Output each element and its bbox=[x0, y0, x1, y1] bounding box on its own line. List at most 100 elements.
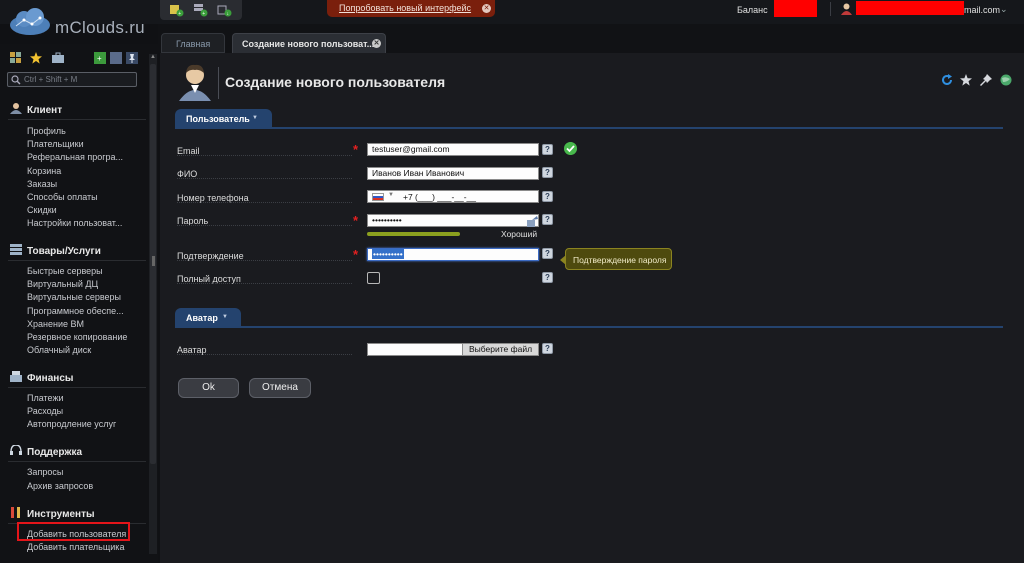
sidebar-item-vm-storage[interactable]: Хранение ВМ bbox=[27, 319, 84, 329]
sidebar-item-cart[interactable]: Корзина bbox=[27, 166, 61, 176]
top-bar: + + ↓ Попробовать новый интерфейс ✕ Бала… bbox=[0, 0, 1024, 24]
help-icon[interactable]: ? bbox=[542, 272, 553, 283]
sidebar-section-support[interactable]: Поддержка bbox=[27, 447, 82, 458]
sidebar-item-requests-archive[interactable]: Архив запросов bbox=[27, 481, 93, 491]
user-email-suffix[interactable]: mail.com bbox=[964, 5, 1000, 15]
brand-logo[interactable]: mClouds.ru bbox=[8, 8, 148, 42]
sidebar-item-referral[interactable]: Реферальная програ... bbox=[27, 152, 123, 162]
close-icon[interactable]: ✕ bbox=[372, 39, 381, 48]
sidebar-item-payers[interactable]: Плательщики bbox=[27, 139, 84, 149]
servers-icon bbox=[10, 244, 22, 255]
balance-label: Баланс bbox=[737, 5, 768, 15]
sidebar-item-requests[interactable]: Запросы bbox=[27, 467, 63, 477]
required-marker: * bbox=[353, 213, 359, 228]
sidebar-item-payments[interactable]: Платежи bbox=[27, 393, 64, 403]
refresh-icon[interactable] bbox=[941, 74, 953, 86]
sidebar-section-products[interactable]: Товары/Услуги bbox=[27, 246, 101, 257]
sidebar-item-virtual-servers[interactable]: Виртуальные серверы bbox=[27, 292, 121, 302]
sidebar-scrollbar[interactable]: ▲ bbox=[149, 54, 157, 554]
divider bbox=[8, 387, 146, 388]
label-leader bbox=[177, 283, 352, 284]
globe-icon[interactable] bbox=[1000, 74, 1012, 86]
sidebar-section-tools[interactable]: Инструменты bbox=[27, 509, 95, 520]
tooltip-text: Подтверждение пароля bbox=[573, 255, 667, 265]
sidebar-section-client[interactable]: Клиент bbox=[27, 105, 62, 116]
sidebar-item-auto-renewal[interactable]: Автопродление услуг bbox=[27, 419, 116, 429]
sidebar-item-user-settings[interactable]: Настройки пользоват... bbox=[27, 218, 122, 228]
chevron-down-icon: ▼ bbox=[252, 115, 258, 121]
choose-file-button[interactable]: Выберите файл bbox=[462, 343, 539, 356]
help-icon[interactable]: ? bbox=[542, 248, 553, 259]
user-avatar-icon[interactable] bbox=[841, 3, 852, 15]
grid-icon[interactable] bbox=[10, 52, 22, 64]
add-server-icon[interactable]: + bbox=[169, 3, 184, 17]
section-tab-user[interactable]: Пользователь ▼ bbox=[175, 109, 272, 128]
close-icon[interactable]: ✕ bbox=[482, 4, 491, 13]
divider bbox=[8, 461, 146, 462]
tab-bar: Главная Создание нового пользоват... ✕ bbox=[158, 24, 1024, 53]
generate-password-icon[interactable] bbox=[526, 216, 539, 228]
confirm-password-field[interactable]: •••••••••• bbox=[367, 248, 539, 261]
help-icon[interactable]: ? bbox=[542, 144, 553, 155]
pin-icon[interactable] bbox=[126, 52, 138, 64]
user-email-redacted[interactable] bbox=[856, 1, 964, 15]
fio-field[interactable]: Иванов Иван Иванович bbox=[367, 167, 539, 180]
search-icon bbox=[11, 75, 21, 85]
briefcase-icon[interactable] bbox=[52, 52, 64, 64]
try-new-interface-link[interactable]: Попробовать новый интерфейс bbox=[339, 3, 471, 13]
help-icon[interactable]: ? bbox=[542, 343, 553, 354]
section-divider bbox=[175, 127, 1003, 129]
password-strength-bar bbox=[367, 232, 460, 236]
sidebar-item-software[interactable]: Программное обеспе... bbox=[27, 306, 124, 316]
tab-home[interactable]: Главная bbox=[161, 33, 225, 53]
try-new-interface-banner[interactable]: Попробовать новый интерфейс ✕ bbox=[327, 0, 495, 17]
sidebar-search[interactable] bbox=[7, 72, 137, 87]
russia-flag-icon[interactable] bbox=[372, 193, 384, 201]
sidebar-item-cloud-disk[interactable]: Облачный диск bbox=[27, 345, 91, 355]
section-tab-avatar[interactable]: Аватар ▼ bbox=[175, 308, 241, 327]
chevron-down-icon: ▼ bbox=[222, 314, 228, 320]
sidebar-section-finance[interactable]: Финансы bbox=[27, 373, 73, 384]
sidebar-item-profile[interactable]: Профиль bbox=[27, 126, 66, 136]
scroll-up-icon[interactable]: ▲ bbox=[149, 54, 157, 62]
pin-icon[interactable] bbox=[980, 74, 992, 86]
help-icon[interactable]: ? bbox=[542, 214, 553, 225]
sidebar-item-virtual-dc[interactable]: Виртуальный ДЦ bbox=[27, 279, 98, 289]
sidebar-item-add-payer[interactable]: Добавить плательщика bbox=[27, 542, 124, 552]
sidebar-item-orders[interactable]: Заказы bbox=[27, 179, 57, 189]
sidebar-item-backup[interactable]: Резервное копирование bbox=[27, 332, 127, 342]
help-icon[interactable]: ? bbox=[542, 191, 553, 202]
label-leader bbox=[177, 178, 352, 179]
add-service-icon[interactable]: + bbox=[193, 3, 208, 17]
required-marker: * bbox=[353, 247, 359, 262]
balance-redacted bbox=[774, 0, 817, 17]
star-icon[interactable] bbox=[30, 52, 42, 64]
user-avatar-icon bbox=[179, 64, 211, 101]
password-field[interactable]: •••••••••• bbox=[367, 214, 539, 227]
main-panel: Создание нового пользователя Пользовател… bbox=[160, 53, 1024, 563]
tooltip-arrow bbox=[560, 255, 566, 265]
phone-mask-value[interactable]: +7 (___) ___-__-__ bbox=[403, 192, 476, 202]
chevron-down-icon[interactable]: ▼ bbox=[388, 192, 394, 198]
chevron-down-icon[interactable]: ⌄ bbox=[1000, 4, 1008, 15]
ok-button[interactable]: Ok bbox=[178, 378, 239, 398]
star-icon[interactable] bbox=[960, 74, 972, 86]
section-tab-user-label: Пользователь bbox=[186, 114, 250, 124]
cancel-button[interactable]: Отмена bbox=[249, 378, 311, 398]
blue-square-icon[interactable] bbox=[110, 52, 122, 64]
tab-create-user[interactable]: Создание нового пользоват... ✕ bbox=[232, 33, 386, 53]
email-field[interactable]: testuser@gmail.com bbox=[367, 143, 539, 156]
sidebar-resize-handle[interactable] bbox=[152, 256, 155, 266]
brand-name: mClouds.ru bbox=[55, 18, 145, 37]
sidebar-item-discounts[interactable]: Скидки bbox=[27, 205, 57, 215]
tab-home-label: Главная bbox=[176, 39, 211, 49]
sidebar-item-expenses[interactable]: Расходы bbox=[27, 406, 63, 416]
sidebar-item-fast-servers[interactable]: Быстрые серверы bbox=[27, 266, 103, 276]
sidebar-item-payment-methods[interactable]: Способы оплаты bbox=[27, 192, 98, 202]
full-access-checkbox[interactable] bbox=[367, 272, 380, 284]
label-leader bbox=[177, 260, 352, 261]
search-input[interactable] bbox=[24, 74, 134, 85]
download-icon[interactable]: ↓ bbox=[217, 3, 232, 17]
help-icon[interactable]: ? bbox=[542, 167, 553, 178]
green-square-icon[interactable]: + bbox=[94, 52, 106, 64]
